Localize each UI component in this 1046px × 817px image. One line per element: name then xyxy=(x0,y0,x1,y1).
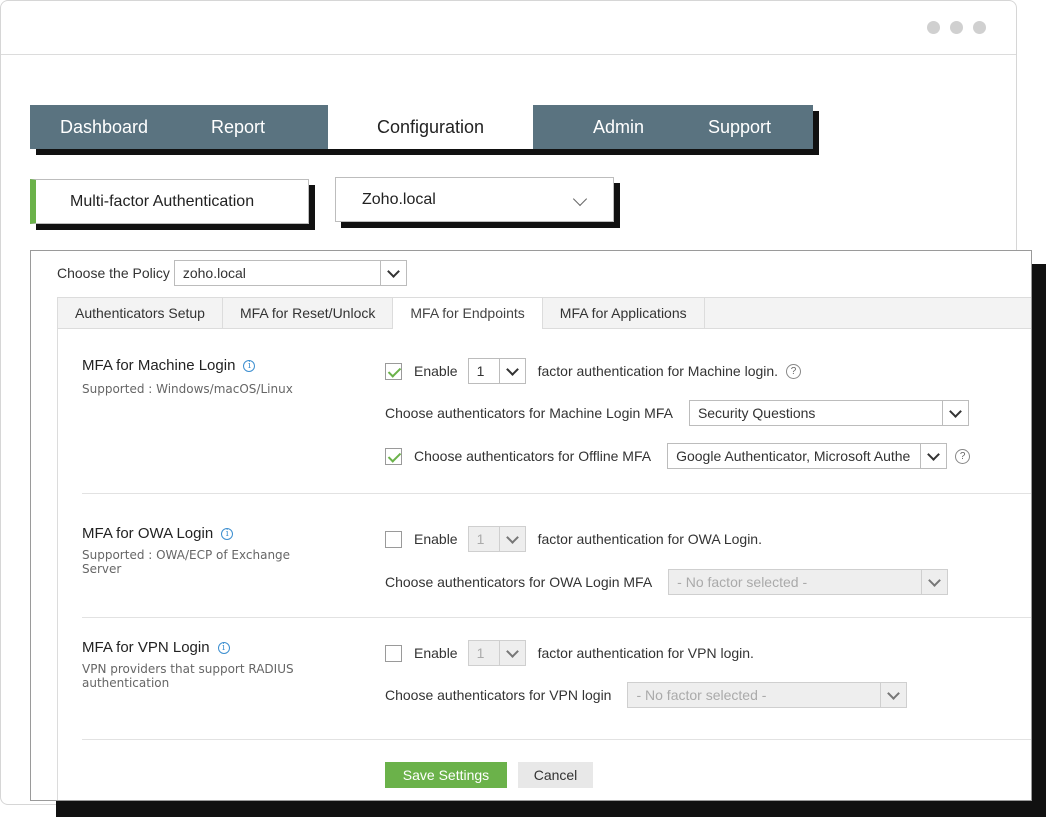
domain-selector-label: Zoho.local xyxy=(362,191,436,208)
vpn-enable-row: Enable 1 factor authentication for VPN l… xyxy=(385,640,754,666)
vpn-section-title: MFA for VPN Login i xyxy=(82,639,230,656)
chevron-down-icon xyxy=(941,401,968,425)
machine-enable-row: Enable 1 factor authentication for Machi… xyxy=(385,358,802,384)
machine-choose-label: Choose authenticators for Machine Login … xyxy=(385,405,673,421)
vpn-choose-row: Choose authenticators for VPN login - No… xyxy=(385,682,908,708)
chevron-down-icon xyxy=(379,261,406,285)
owa-authenticator-select[interactable]: - No factor selected - xyxy=(668,569,949,595)
tab-authenticators-setup[interactable]: Authenticators Setup xyxy=(58,298,223,329)
owa-subtitle: Supported : OWA/ECP of Exchange Server xyxy=(82,548,291,576)
tab-content: MFA for Machine Login i Supported : Wind… xyxy=(57,329,1031,800)
machine-section-title: MFA for Machine Login i xyxy=(82,357,256,374)
machine-offline-row: Choose authenticators for Offline MFA Go… xyxy=(385,443,971,469)
vpn-factor-count-select[interactable]: 1 xyxy=(467,640,526,666)
cancel-button[interactable]: Cancel xyxy=(518,762,593,788)
nav-item-support[interactable]: Support xyxy=(678,105,813,149)
window-title-bar xyxy=(1,1,1016,55)
machine-offline-checkbox[interactable] xyxy=(385,447,402,465)
owa-enable-row: Enable 1 factor authentication for OWA L… xyxy=(385,526,762,552)
policy-select-value: zoho.local xyxy=(182,265,246,281)
chevron-down-icon xyxy=(920,444,946,468)
help-icon[interactable]: ? xyxy=(955,448,971,464)
window-dot-icon xyxy=(927,21,940,34)
section-divider xyxy=(82,493,1031,494)
machine-authenticator-select[interactable]: Security Questions xyxy=(688,400,969,426)
owa-title-text: MFA for OWA Login xyxy=(82,525,214,542)
chevron-down-icon xyxy=(498,527,525,551)
tab-mfa-endpoints[interactable]: MFA for Endpoints xyxy=(393,298,543,329)
chevron-down-icon xyxy=(498,359,525,383)
nav-item-configuration[interactable]: Configuration xyxy=(328,105,533,149)
machine-title-text: MFA for Machine Login xyxy=(82,357,236,374)
window-dot-icon xyxy=(973,21,986,34)
machine-authenticator-value: Security Questions xyxy=(697,405,816,421)
chevron-down-icon xyxy=(498,641,525,665)
vpn-factor-count-value: 1 xyxy=(476,645,485,661)
nav-item-admin[interactable]: Admin xyxy=(533,105,678,149)
help-icon[interactable]: ? xyxy=(786,363,802,379)
owa-factor-count-select[interactable]: 1 xyxy=(467,526,526,552)
vpn-factor-text: factor authentication for VPN login. xyxy=(537,645,754,661)
policy-row: Choose the Policy zoho.local xyxy=(57,260,407,286)
nav-item-report[interactable]: Report xyxy=(181,105,328,149)
policy-select[interactable]: zoho.local xyxy=(173,260,407,286)
tab-mfa-applications[interactable]: MFA for Applications xyxy=(543,298,705,329)
machine-subtitle: Supported : Windows/macOS/Linux xyxy=(82,382,293,396)
info-icon[interactable]: i xyxy=(243,359,256,372)
owa-section-title: MFA for OWA Login i xyxy=(82,525,234,542)
tab-mfa-reset-unlock[interactable]: MFA for Reset/Unlock xyxy=(223,298,394,329)
owa-factor-text: factor authentication for OWA Login. xyxy=(537,531,762,547)
vpn-subtitle: VPN providers that support RADIUS authen… xyxy=(82,662,294,690)
owa-enable-checkbox[interactable] xyxy=(385,530,402,548)
owa-choose-label: Choose authenticators for OWA Login MFA xyxy=(385,574,653,590)
section-divider xyxy=(82,739,1031,740)
machine-factor-count-value: 1 xyxy=(476,363,485,379)
window-dots xyxy=(927,21,986,34)
main-nav: Dashboard Report Configuration Admin Sup… xyxy=(30,105,813,149)
chevron-down-icon xyxy=(572,191,588,207)
owa-authenticator-value: - No factor selected - xyxy=(677,574,808,590)
chevron-down-icon xyxy=(921,570,947,594)
vpn-enable-checkbox[interactable] xyxy=(385,644,402,662)
module-selector[interactable]: Multi-factor Authentication xyxy=(30,179,309,224)
machine-factor-text: factor authentication for Machine login. xyxy=(537,363,779,379)
vpn-authenticator-select[interactable]: - No factor selected - xyxy=(627,682,908,708)
window-dot-icon xyxy=(950,21,963,34)
machine-offline-value: Google Authenticator, Microsoft Authe xyxy=(676,448,911,464)
vpn-title-text: MFA for VPN Login xyxy=(82,639,210,656)
info-icon[interactable]: i xyxy=(221,527,234,540)
owa-choose-row: Choose authenticators for OWA Login MFA … xyxy=(385,569,949,595)
machine-factor-count-select[interactable]: 1 xyxy=(467,358,526,384)
owa-factor-count-value: 1 xyxy=(476,531,485,547)
machine-offline-select[interactable]: Google Authenticator, Microsoft Authe xyxy=(667,443,948,469)
vpn-enable-label: Enable xyxy=(414,645,458,661)
info-icon[interactable]: i xyxy=(217,641,230,654)
machine-offline-label: Choose authenticators for Offline MFA xyxy=(414,448,652,464)
nav-item-dashboard[interactable]: Dashboard xyxy=(30,105,181,149)
policy-label: Choose the Policy xyxy=(57,265,170,281)
chevron-down-icon xyxy=(880,683,906,707)
settings-panel: Choose the Policy zoho.local Authenticat… xyxy=(30,250,1032,801)
vpn-authenticator-value: - No factor selected - xyxy=(636,687,767,703)
section-divider xyxy=(82,617,1031,618)
machine-enable-checkbox[interactable] xyxy=(385,362,402,380)
machine-choose-row: Choose authenticators for Machine Login … xyxy=(385,400,969,426)
owa-enable-label: Enable xyxy=(414,531,458,547)
tab-bar: Authenticators Setup MFA for Reset/Unloc… xyxy=(57,297,1031,329)
machine-enable-label: Enable xyxy=(414,363,458,379)
domain-selector[interactable]: Zoho.local xyxy=(335,177,614,222)
vpn-choose-label: Choose authenticators for VPN login xyxy=(385,687,612,703)
save-settings-button[interactable]: Save Settings xyxy=(385,762,507,788)
